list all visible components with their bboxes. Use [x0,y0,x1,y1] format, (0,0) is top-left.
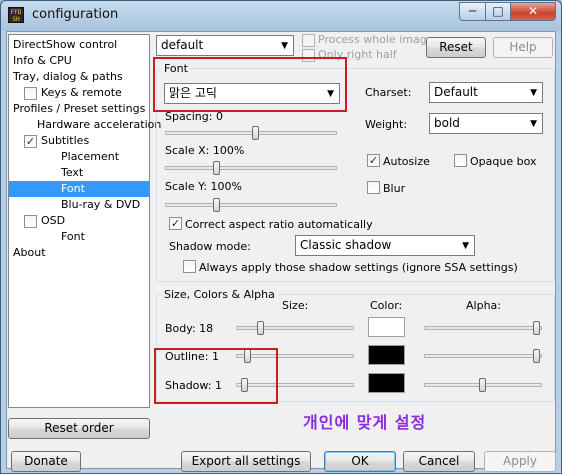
shadow-mode-label: Shadow mode: [169,240,251,253]
shadow-alpha-slider-thumb[interactable] [479,378,486,392]
tree-item-directshow-control[interactable]: DirectShow control [13,37,117,53]
app-icon: FFD SH [8,7,24,23]
window-title: configuration [32,7,119,22]
body-size-slider-thumb[interactable] [257,321,264,335]
tree-item-placement[interactable]: Placement [61,149,119,165]
export-settings-button[interactable]: Export all settings [181,451,311,472]
shadow-mode-select[interactable]: Classic shadow ▼ [295,235,475,256]
tree-item-text[interactable]: Text [61,165,83,181]
opaque-box-label: Opaque box [470,155,537,168]
tree-item-hardware-acceleration[interactable]: Hardware acceleration [37,117,161,133]
outline-alpha-slider-track [424,354,542,358]
scale-y-slider-thumb[interactable] [213,198,220,212]
close-button[interactable]: ✕ [510,2,556,21]
settings-tree[interactable]: DirectShow control Info & CPU Tray, dial… [8,34,161,408]
chevron-down-icon: ▼ [462,241,469,251]
apply-button[interactable]: Apply [484,451,556,472]
outline-alpha-slider-thumb[interactable] [533,349,540,363]
tree-item-profiles-presets[interactable]: Profiles / Preset settings [13,101,145,117]
font-highlight-box [153,57,347,112]
minimize-button[interactable]: ─ [459,2,486,21]
chevron-down-icon: ▼ [530,119,537,129]
help-button[interactable]: Help [493,37,553,58]
body-alpha-slider-track [424,326,542,330]
process-whole-image-checkbox[interactable] [302,34,315,47]
size-group-title: Size, Colors & Alpha [161,288,278,301]
charset-value: Default [434,85,478,99]
scale-y-label: Scale Y: 100% [165,180,242,193]
opaque-box-checkbox[interactable] [454,154,467,167]
autosize-checkbox[interactable]: ✓ [367,154,380,167]
reset-order-button[interactable]: Reset order [8,418,150,439]
subtitles-checkbox[interactable]: ✓ [24,135,37,148]
scale-y-slider-track [165,203,337,207]
tree-item-osd[interactable]: OSD [41,213,65,229]
weight-label: Weight: [365,118,408,131]
correct-aspect-checkbox[interactable]: ✓ [169,217,182,230]
tree-item-bluray-dvd[interactable]: Blu-ray & DVD [61,197,140,213]
always-apply-shadow-label: Always apply those shadow settings (igno… [199,261,518,274]
spacing-slider-track [165,131,337,135]
tree-item-font-selected[interactable]: Font [9,181,149,197]
charset-label: Charset: [365,86,412,99]
scale-x-slider-thumb[interactable] [213,161,220,175]
color-column-header: Color: [370,299,403,312]
body-alpha-slider-thumb[interactable] [533,321,540,335]
body-size-label: Body: 18 [165,322,214,335]
keys-remote-checkbox[interactable] [24,87,37,100]
osd-checkbox[interactable] [24,215,37,228]
dialog-client: DirectShow control Info & CPU Tray, dial… [6,31,556,472]
alpha-column-header: Alpha: [466,299,501,312]
tree-item-keys-remote[interactable]: Keys & remote [41,85,122,101]
config-window: FFD SH configuration ─ □ ✕ DirectShow con… [0,0,562,474]
spacing-slider-thumb[interactable] [252,126,259,140]
chevron-down-icon: ▼ [281,41,288,51]
reset-button[interactable]: Reset [426,37,486,58]
maximize-button[interactable]: □ [485,2,511,21]
size-column-header: Size: [282,299,309,312]
scale-x-label: Scale X: 100% [165,144,245,157]
correct-aspect-label: Correct aspect ratio automatically [185,218,373,231]
charset-select[interactable]: Default ▼ [429,82,543,103]
tree-item-tray-dialog-paths[interactable]: Tray, dialog & paths [13,69,123,85]
outline-shadow-highlight-box [154,348,278,404]
scale-x-slider-track [165,166,337,170]
blur-checkbox[interactable] [367,181,380,194]
ok-button[interactable]: OK [324,451,396,472]
body-size-slider-track [236,326,354,330]
autosize-label: Autosize [383,155,430,168]
always-apply-shadow-checkbox[interactable] [183,260,196,273]
tree-item-subtitles[interactable]: Subtitles [41,133,89,149]
tree-item-info-cpu[interactable]: Info & CPU [13,53,72,69]
tree-item-about[interactable]: About [13,245,46,261]
cancel-button[interactable]: Cancel [403,451,475,472]
donate-button[interactable]: Donate [11,451,81,472]
body-color-swatch[interactable] [368,317,405,337]
weight-select[interactable]: bold ▼ [429,113,543,134]
process-whole-image-label: Process whole image [318,33,434,46]
title-bar[interactable]: FFD SH configuration ─ □ ✕ [1,1,561,31]
blur-label: Blur [383,182,406,195]
outline-color-swatch[interactable] [368,345,405,365]
shadow-color-swatch[interactable] [368,373,405,393]
shadow-mode-value: Classic shadow [300,238,392,252]
overlay-note: 개인에 맞게 설정 [303,413,427,432]
weight-value: bold [434,116,460,130]
tree-item-osd-font[interactable]: Font [61,229,85,245]
preset-select[interactable]: default ▼ [156,35,294,56]
chevron-down-icon: ▼ [530,88,537,98]
preset-value: default [161,38,204,52]
